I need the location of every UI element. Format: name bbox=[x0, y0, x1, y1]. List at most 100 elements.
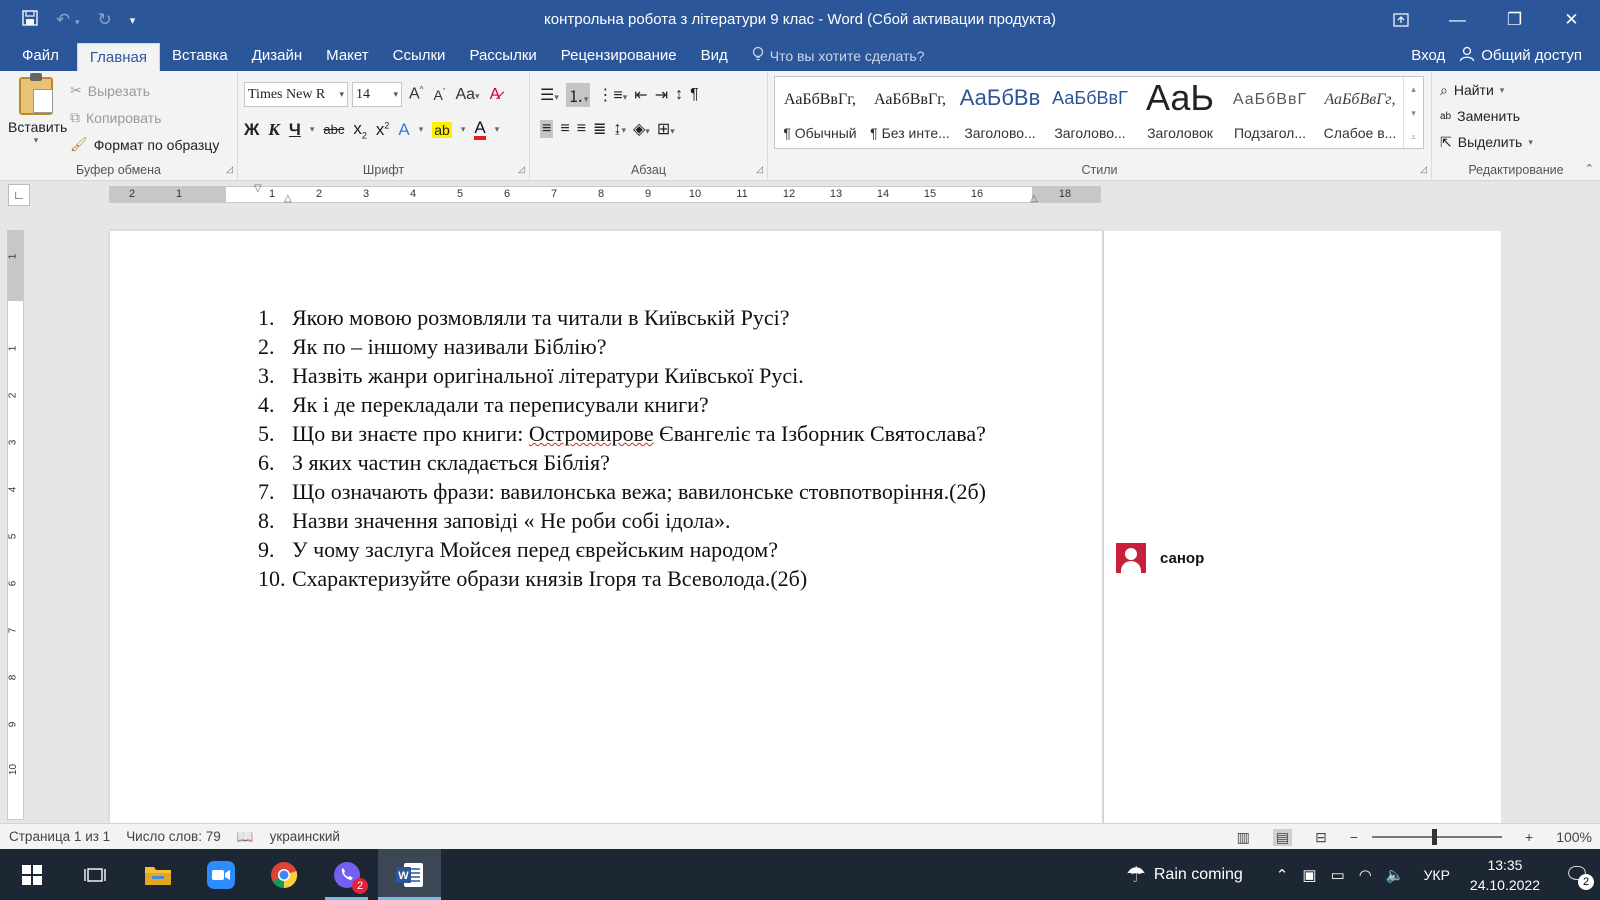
zoom-app[interactable] bbox=[189, 849, 252, 900]
zoom-out-icon[interactable]: − bbox=[1350, 829, 1358, 845]
line-spacing-icon[interactable]: ↨▾ bbox=[613, 120, 626, 138]
page-count[interactable]: Страница 1 из 1 bbox=[9, 829, 110, 844]
font-size-combo[interactable]: 14 ▾ bbox=[352, 82, 402, 107]
list-item[interactable]: 3. Назвіть жанри оригінальної літератури … bbox=[258, 361, 986, 390]
select-button[interactable]: ⇱ Выделить ▾ bbox=[1440, 129, 1533, 155]
find-button[interactable]: ⌕ Найти ▾ bbox=[1440, 77, 1533, 103]
style-normal[interactable]: АаБбВвГг, ¶ Обычный bbox=[775, 77, 865, 150]
wifi-icon[interactable]: ◠ bbox=[1359, 866, 1372, 884]
list-item[interactable]: 7. Що означають фрази: вавилонська вежа; … bbox=[258, 477, 986, 506]
proofing-icon[interactable]: 📖 bbox=[237, 829, 254, 845]
collapse-ribbon-icon[interactable]: ⌃ bbox=[1585, 162, 1594, 175]
increase-indent-icon[interactable]: ⇥ bbox=[655, 85, 668, 105]
tab-layout[interactable]: Макет bbox=[314, 40, 380, 71]
underline-icon[interactable]: Ч bbox=[289, 120, 301, 140]
grow-font-icon[interactable]: A^ bbox=[406, 85, 426, 103]
chevron-down-icon[interactable]: ▾ bbox=[495, 124, 500, 135]
bullets-icon[interactable]: ☰▾ bbox=[540, 85, 559, 105]
zoom-slider[interactable] bbox=[1372, 829, 1502, 845]
dialog-launcher-icon[interactable]: ◿ bbox=[226, 164, 233, 175]
font-name-combo[interactable]: Times New R ▾ bbox=[244, 82, 348, 107]
replace-button[interactable]: ab Заменить bbox=[1440, 103, 1533, 129]
tab-file[interactable]: Файл bbox=[10, 40, 71, 71]
read-mode-icon[interactable]: ▥ bbox=[1237, 829, 1250, 846]
document-page[interactable]: 1. Якою мовою розмовляли та читали в Київ… bbox=[110, 231, 1102, 823]
zoom-level[interactable]: 100% bbox=[1556, 829, 1592, 845]
print-layout-icon[interactable]: ▤ bbox=[1272, 828, 1293, 846]
superscript-icon[interactable]: x2 bbox=[376, 120, 390, 140]
viber-app[interactable]: 2 bbox=[315, 849, 378, 900]
align-right-icon[interactable]: ≡ bbox=[577, 120, 586, 138]
shading-icon[interactable]: ◈▾ bbox=[633, 119, 650, 139]
word-app[interactable]: W bbox=[378, 849, 441, 900]
text-effects-icon[interactable]: A bbox=[398, 120, 409, 140]
multilevel-list-icon[interactable]: ⋮≡▾ bbox=[597, 85, 627, 105]
notification-center-button[interactable]: 🗨 2 bbox=[1554, 849, 1600, 900]
list-item[interactable]: 1. Якою мовою розмовляли та читали в Київ… bbox=[258, 303, 986, 332]
change-case-icon[interactable]: Aa▾ bbox=[452, 86, 482, 104]
comment-author-tag[interactable]: санор bbox=[1116, 543, 1204, 573]
bold-icon[interactable]: Ж bbox=[244, 120, 259, 140]
web-layout-icon[interactable]: ⊟ bbox=[1315, 829, 1327, 846]
style-no-spacing[interactable]: АаБбВвГг, ¶ Без инте... bbox=[865, 77, 955, 150]
sort-icon[interactable]: ↕ bbox=[675, 86, 683, 104]
task-view-button[interactable] bbox=[63, 849, 126, 900]
meet-now-icon[interactable]: ▣ bbox=[1302, 866, 1316, 884]
tab-design[interactable]: Дизайн bbox=[240, 40, 314, 71]
language-indicator[interactable]: украинский bbox=[270, 829, 340, 844]
chrome-app[interactable] bbox=[252, 849, 315, 900]
hanging-indent-marker[interactable]: △ bbox=[284, 193, 292, 204]
tab-review[interactable]: Рецензирование bbox=[549, 40, 689, 71]
signin-link[interactable]: Вход bbox=[1411, 47, 1445, 64]
restore-icon[interactable]: ❐ bbox=[1486, 0, 1543, 40]
tell-me-box[interactable]: Что вы хотите сделать? bbox=[740, 46, 925, 65]
vertical-ruler[interactable]: 1 1 2 3 4 5 6 7 8 9 10 bbox=[7, 230, 24, 820]
tab-insert[interactable]: Вставка bbox=[160, 40, 240, 71]
strikethrough-icon[interactable]: abc bbox=[323, 122, 344, 137]
more-styles-icon[interactable]: ⩡ bbox=[1411, 132, 1416, 143]
decrease-indent-icon[interactable]: ⇤ bbox=[634, 85, 647, 105]
styles-scrollbar[interactable]: ▴ ▾ ⩡ bbox=[1403, 77, 1423, 150]
zoom-in-icon[interactable]: + bbox=[1525, 829, 1533, 845]
font-color-icon[interactable]: A bbox=[474, 119, 486, 140]
battery-icon[interactable]: ▭ bbox=[1331, 866, 1345, 884]
subscript-icon[interactable]: x2 bbox=[353, 119, 367, 140]
list-item[interactable]: 9. У чому заслуга Мойсея перед єврейським… bbox=[258, 535, 986, 564]
dialog-launcher-icon[interactable]: ◿ bbox=[756, 164, 763, 175]
file-explorer-app[interactable] bbox=[126, 849, 189, 900]
tab-home[interactable]: Главная bbox=[76, 43, 160, 71]
align-center-icon[interactable]: ≡ bbox=[560, 120, 569, 138]
format-painter-button[interactable]: 🖌 Формат по образцу bbox=[70, 131, 219, 158]
style-heading-2[interactable]: АаБбВвГ Заголово... bbox=[1045, 77, 1135, 150]
dialog-launcher-icon[interactable]: ◿ bbox=[518, 164, 525, 175]
copy-button[interactable]: ⧉ Копировать bbox=[70, 104, 219, 131]
chevron-down-icon[interactable]: ▾ bbox=[461, 124, 466, 135]
list-item[interactable]: 5. Що ви знаєте про книги: Остромирове Єв… bbox=[258, 419, 986, 448]
style-heading-1[interactable]: АаБбВв Заголово... bbox=[955, 77, 1045, 150]
word-count[interactable]: Число слов: 79 bbox=[126, 829, 221, 844]
chevron-up-icon[interactable]: ▴ bbox=[1411, 84, 1416, 95]
list-item[interactable]: 6. З яких частин складається Біблія? bbox=[258, 448, 986, 477]
italic-icon[interactable]: К bbox=[268, 120, 280, 140]
numbering-icon[interactable]: ⒈▾ bbox=[565, 83, 591, 107]
horizontal-ruler[interactable]: 2 1 1 2 3 4 5 6 7 8 9 10 11 12 13 14 15 … bbox=[109, 183, 1101, 204]
ribbon-display-options-icon[interactable] bbox=[1372, 0, 1429, 40]
cut-button[interactable]: ✂ Вырезать bbox=[70, 77, 219, 104]
weather-text[interactable]: Rain coming bbox=[1154, 866, 1243, 884]
chevron-down-icon[interactable]: ▾ bbox=[310, 124, 315, 135]
chevron-down-icon[interactable]: ▾ bbox=[1411, 108, 1416, 119]
chevron-down-icon[interactable]: ▾ bbox=[419, 124, 424, 135]
list-item[interactable]: 8. Назви значення заповіді « Не роби собі… bbox=[258, 506, 986, 535]
list-item[interactable]: 10. Схарактеризуйте образи князів Ігоря т… bbox=[258, 564, 986, 593]
start-button[interactable] bbox=[0, 849, 63, 900]
misspelled-word[interactable]: Остромирове bbox=[529, 421, 654, 446]
style-subtle-emphasis[interactable]: АаБбВвГг, Слабое в... bbox=[1315, 77, 1405, 150]
share-button[interactable]: Общий доступ bbox=[1459, 46, 1582, 66]
clear-formatting-icon[interactable]: A̷ bbox=[487, 86, 504, 104]
first-line-indent-marker[interactable]: ▽ bbox=[254, 183, 262, 194]
style-title[interactable]: АаЬ Заголовок bbox=[1135, 77, 1225, 150]
tab-selector-icon[interactable]: ∟ bbox=[8, 184, 30, 206]
style-subtitle[interactable]: АаБбВвГ Подзагол... bbox=[1225, 77, 1315, 150]
close-icon[interactable]: ✕ bbox=[1543, 0, 1600, 40]
chevron-up-icon[interactable]: ⌃ bbox=[1276, 866, 1289, 884]
